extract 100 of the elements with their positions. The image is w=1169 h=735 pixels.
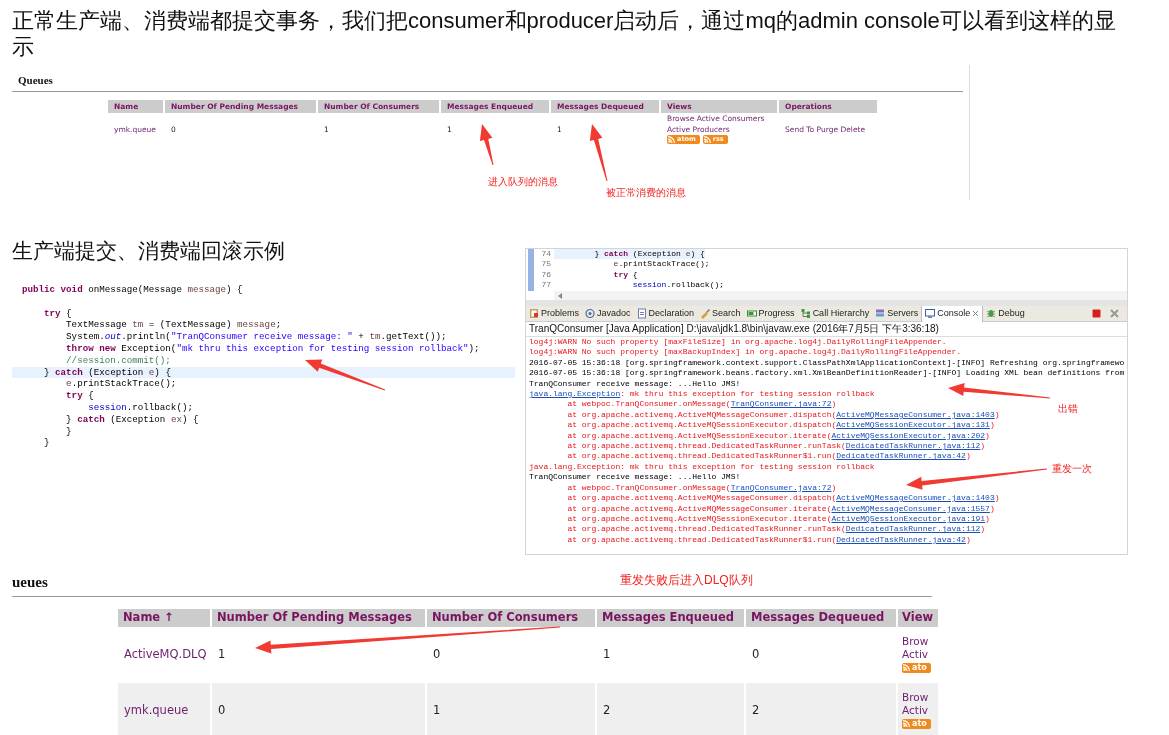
rss-icon xyxy=(903,664,910,671)
code-line: e.printStackTrace(); xyxy=(65,378,178,391)
annotation-label: 出错 xyxy=(1058,402,1078,416)
panel-tab[interactable]: Problems xyxy=(526,305,582,322)
column-header[interactable]: View xyxy=(898,608,938,627)
rss-icon xyxy=(903,720,910,727)
file-link[interactable]: ActiveMQMessageConsumer.java:1403 xyxy=(836,409,995,419)
console-line: at org.apache.activemq.ActiveMQSessionExecutor.iterate(ActiveMQSessionExecutor.java:202) xyxy=(566,430,990,442)
code-line: session.rollback(); xyxy=(87,401,194,414)
annotation-label: 重发失败后进入DLQ队列 xyxy=(620,572,753,589)
console-line: at org.apache.activemq.ActiveMQSessionExecutor.iterate(ActiveMQSessionExecutor.java:191) xyxy=(566,513,990,525)
table-cell: 0 xyxy=(752,646,760,661)
line-number: 75 xyxy=(540,259,552,270)
code-line: //session.commit(); xyxy=(65,354,172,367)
console-line: 2016-07-05 15:36:18 [org.springframework.beans.factory.xml.XmlBeanDefinitionReader]-[INFO] Loading XML bean definitions from xyxy=(529,368,1125,379)
rss-icon xyxy=(703,136,711,144)
monitor-icon xyxy=(925,308,936,319)
console-line: at org.apache.activemq.ActiveMQMessageConsumer.iterate(ActiveMQMessageConsumer.java:1557) xyxy=(566,503,995,514)
code-line: } catch (Exception ex) { xyxy=(65,413,200,426)
annotation-label: 被正常消费的消息 xyxy=(606,186,686,200)
bug-icon xyxy=(986,308,997,319)
paragraph: 生产端提交、消费端回滚示例 xyxy=(12,238,286,264)
file-link[interactable]: DedicatedTaskRunner.java:112 xyxy=(845,441,981,451)
console-line: at org.apache.activemq.thread.DedicatedTaskRunner$1.run(DedicatedTaskRunner.java:42) xyxy=(566,451,971,462)
file-link[interactable]: ActiveMQMessageConsumer.java:1557 xyxy=(831,503,990,513)
console-line: log4j:WARN No such property [maxFileSize] in org.apache.log4j.DailyRollingFileAppender. xyxy=(529,337,947,348)
column-header[interactable]: Messages Dequeued xyxy=(746,608,898,627)
document-icon xyxy=(636,308,647,319)
console-line: at org.apache.activemq.ActiveMQSessionExecutor.dispatch(ActiveMQSessionExecutor.java:131) xyxy=(566,420,995,431)
console-line: log4j:WARN No such property [maxBackupIndex] in org.apache.log4j.DailyRollingFileAppender. xyxy=(529,347,962,358)
table-cell: 2 xyxy=(752,702,760,717)
console-line: at webpoc.TranQConsumer.onMessage(TranQConsumer.java:72) xyxy=(566,482,837,494)
scroll-left-icon xyxy=(558,292,562,299)
code-line: session.rollback(); xyxy=(631,280,725,291)
table-cell: 0 xyxy=(433,646,441,661)
queue-link[interactable]: ymk.queue xyxy=(124,702,189,717)
console-line: at org.apache.activemq.ActiveMQMessageConsumer.dispatch(ActiveMQMessageConsumer.java:1403) xyxy=(566,409,1000,421)
stop-icon xyxy=(1092,309,1101,318)
panel-tab[interactable]: Debug xyxy=(983,305,1028,322)
file-link[interactable]: ActiveMQSessionExecutor.java:202 xyxy=(831,430,986,440)
table-cell: 2 xyxy=(603,702,611,717)
annotation-arrow xyxy=(479,124,494,166)
panel-tab[interactable]: Javadoc xyxy=(582,305,634,322)
file-link[interactable]: ActiveMQSessionExecutor.java:131 xyxy=(836,420,990,430)
code-line: try { xyxy=(43,307,73,320)
at-sign-icon xyxy=(585,308,595,319)
line-number: 76 xyxy=(540,269,552,281)
view-link[interactable]: Brow xyxy=(902,691,929,703)
file-link[interactable]: TranQConsumer.java:72 xyxy=(730,399,832,409)
console-line: at org.apache.activemq.thread.DedicatedTaskRunner.runTask(DedicatedTaskRunner.java:112) xyxy=(566,441,986,452)
console-title: TranQConsumer [Java Application] D:\java\jdk1.8\bin\javaw.exe (2016年7月5日 下午3:36:18) xyxy=(526,322,1127,337)
panel-tab[interactable]: Declaration xyxy=(633,305,698,322)
file-link[interactable]: TranQConsumer.java:72 xyxy=(730,482,832,492)
column-header[interactable]: Number Of Pending Messages xyxy=(212,608,427,627)
rss-icon xyxy=(668,136,675,144)
console-line: 2016-07-05 15:36:18 [org.springframework.context.support.ClassPathXmlApplicationContext]-[INFO] Refreshing org.springframewo xyxy=(529,357,1125,369)
progress-icon xyxy=(746,308,757,319)
code-line: public void onMessage(Message message) { xyxy=(21,284,244,296)
console-line: TranQConsumer receive message: ...Hello JMS! xyxy=(529,378,741,390)
console-line: at webpoc.TranQConsumer.onMessage(TranQConsumer.java:72) xyxy=(566,399,837,410)
flashlight-icon xyxy=(700,308,711,319)
console-line: at org.apache.activemq.thread.DedicatedTaskRunner.runTask(DedicatedTaskRunner.java:112) xyxy=(566,524,986,535)
table-cell: 1 xyxy=(218,646,226,661)
servers-icon xyxy=(875,308,886,319)
view-link[interactable]: Activ xyxy=(902,648,929,660)
panel-tab[interactable]: Search xyxy=(697,305,744,322)
remove-icon xyxy=(1110,309,1119,318)
console-line: java.lang.Exception: mk thru this exception for testing session rollback xyxy=(529,389,875,400)
code-line: TextMessage tm = (TextMessage) message; xyxy=(65,319,283,332)
annotation-label: 重发一次 xyxy=(1052,462,1092,476)
paragraph: 正常生产端、消费端都提交事务，我们把consumer和producer启动后，通过mq的admin console可以看到这样的显示 xyxy=(11,7,1117,60)
file-link[interactable]: DedicatedTaskRunner.java:112 xyxy=(845,524,981,534)
hierarchy-icon xyxy=(800,308,811,319)
console-line: java.lang.Exception: mk thru this exception for testing session rollback xyxy=(529,461,875,473)
code-line: } xyxy=(43,437,51,450)
view-link[interactable]: Activ xyxy=(902,704,929,716)
queue-link[interactable]: ActiveMQ.DLQ xyxy=(124,646,207,661)
clipboard-icon xyxy=(529,308,539,319)
column-header[interactable]: Messages Enqueued xyxy=(597,608,746,627)
file-link[interactable]: DedicatedTaskRunner.java:42 xyxy=(836,534,966,544)
console-line: TranQConsumer receive message: ...Hello JMS! xyxy=(529,472,741,483)
console-line: at org.apache.activemq.thread.DedicatedTaskRunner$1.run(DedicatedTaskRunner.java:42) xyxy=(566,534,971,546)
file-link[interactable]: ActiveMQSessionExecutor.java:191 xyxy=(831,513,986,523)
panel-tab[interactable]: Call Hierarchy xyxy=(797,305,873,322)
file-link[interactable]: ActiveMQMessageConsumer.java:1403 xyxy=(836,493,995,503)
code-line: } xyxy=(65,425,73,438)
code-line: try { xyxy=(65,390,95,402)
panel-tab[interactable]: Servers xyxy=(872,305,922,322)
column-header[interactable]: Name ↑ xyxy=(118,608,212,627)
view-link[interactable]: Brow xyxy=(902,635,929,647)
code-line: try { xyxy=(612,269,638,281)
line-number: 77 xyxy=(540,280,552,291)
code-line: System.out.println("TranQConsumer receive message: " + tm.getText()); xyxy=(65,331,448,343)
annotation-label: 进入队列的消息 xyxy=(488,175,558,189)
section-title: Queues xyxy=(12,65,963,92)
file-link[interactable]: DedicatedTaskRunner.java:42 xyxy=(836,451,966,461)
code-line: e.printStackTrace(); xyxy=(612,259,710,270)
console-line: at org.apache.activemq.ActiveMQMessageConsumer.dispatch(ActiveMQMessageConsumer.java:1403) xyxy=(566,493,1000,504)
column-header[interactable]: Number Of Consumers xyxy=(427,608,597,627)
panel-tab[interactable]: Progress xyxy=(743,305,798,322)
